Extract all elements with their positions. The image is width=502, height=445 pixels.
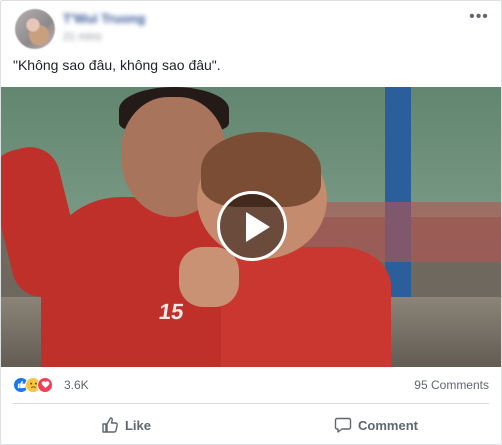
thumbs-up-icon <box>102 417 118 433</box>
jersey-number: 15 <box>157 299 186 324</box>
comment-icon <box>334 417 352 433</box>
like-button[interactable]: Like <box>1 407 251 443</box>
post-actions: Like Comment <box>1 407 501 443</box>
comment-button[interactable]: Comment <box>251 407 501 443</box>
post-timestamp[interactable]: 21 mins <box>63 31 102 43</box>
play-button[interactable] <box>217 191 287 261</box>
post-header: T'Wui Truong 21 mins ••• <box>11 7 491 49</box>
author-name[interactable]: T'Wui Truong <box>63 11 145 26</box>
player-hand <box>179 247 239 307</box>
like-label: Like <box>124 417 151 433</box>
love-reaction-icon <box>37 377 53 393</box>
post-stats: 3.6K 95 Comments <box>13 375 489 397</box>
second-player-shirt <box>221 247 391 367</box>
comments-count[interactable]: 95 Comments <box>414 378 489 392</box>
reaction-count[interactable]: 3.6K <box>64 378 89 392</box>
video-player[interactable]: 15 <box>1 87 501 367</box>
more-options-icon[interactable]: ••• <box>467 7 491 27</box>
play-icon <box>246 212 270 242</box>
comment-label: Comment <box>358 417 418 433</box>
avatar[interactable] <box>15 9 55 49</box>
post-text: "Không sao đâu, không sao đâu". <box>13 57 221 73</box>
divider <box>13 403 489 404</box>
post-card: T'Wui Truong 21 mins ••• "Không sao đâu,… <box>0 0 502 445</box>
